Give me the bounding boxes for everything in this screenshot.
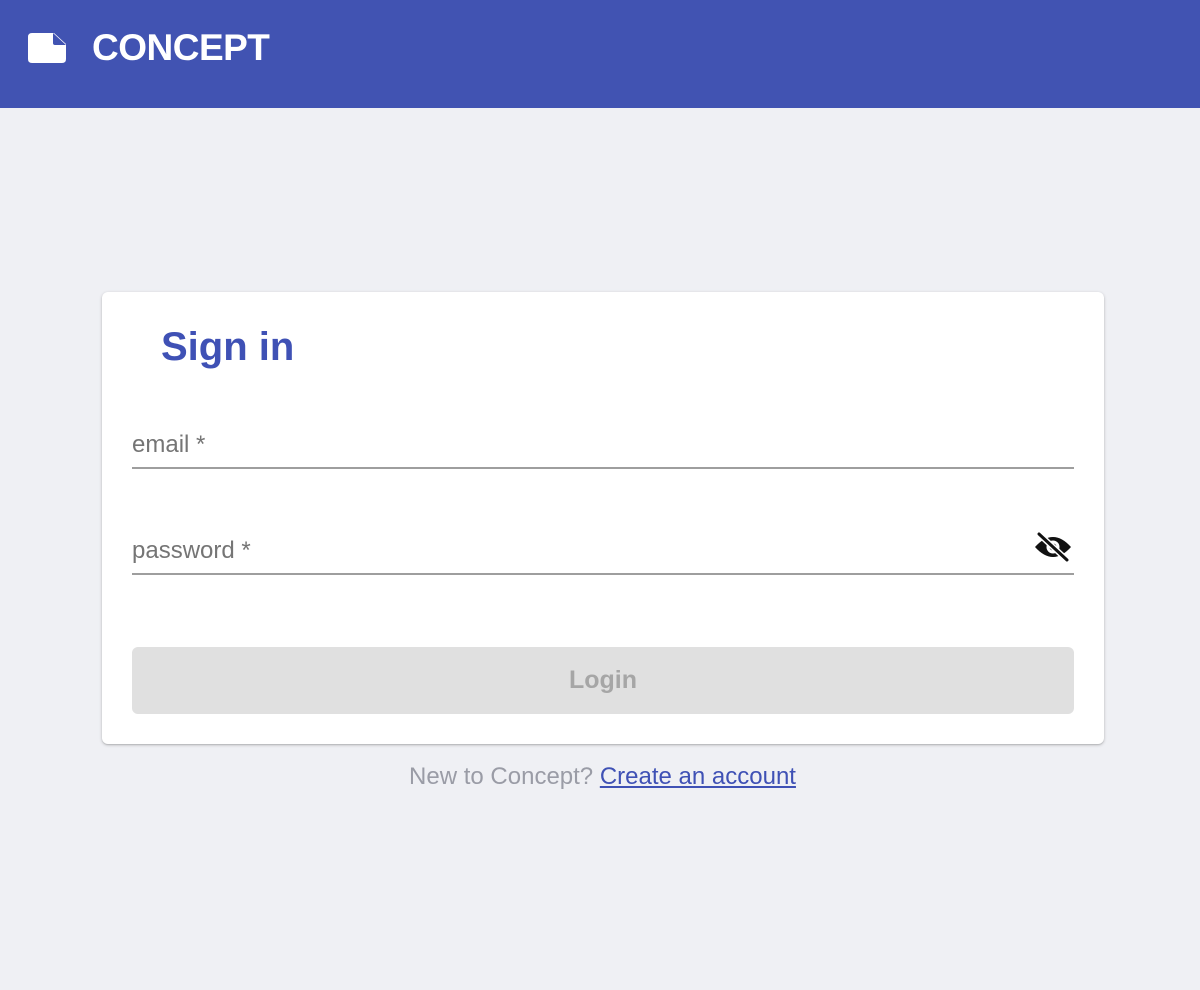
- sign-in-heading: Sign in: [161, 325, 295, 369]
- signup-prompt-text: New to Concept?: [409, 763, 594, 790]
- signup-prompt: New to Concept? Create an account: [0, 762, 1200, 792]
- create-account-link[interactable]: Create an account: [600, 763, 796, 790]
- password-input[interactable]: [132, 537, 1012, 565]
- password-field-container: [132, 513, 1074, 575]
- app-bar: CONCEPT: [0, 0, 1200, 108]
- eye-off-icon[interactable]: [1032, 527, 1074, 567]
- email-input[interactable]: [132, 431, 1012, 459]
- login-button[interactable]: Login: [132, 647, 1074, 714]
- app-title: CONCEPT: [92, 27, 270, 68]
- email-field-container: [132, 407, 1074, 469]
- sign-in-card: Sign in Login: [102, 292, 1104, 744]
- sticky-note-icon: [28, 33, 66, 63]
